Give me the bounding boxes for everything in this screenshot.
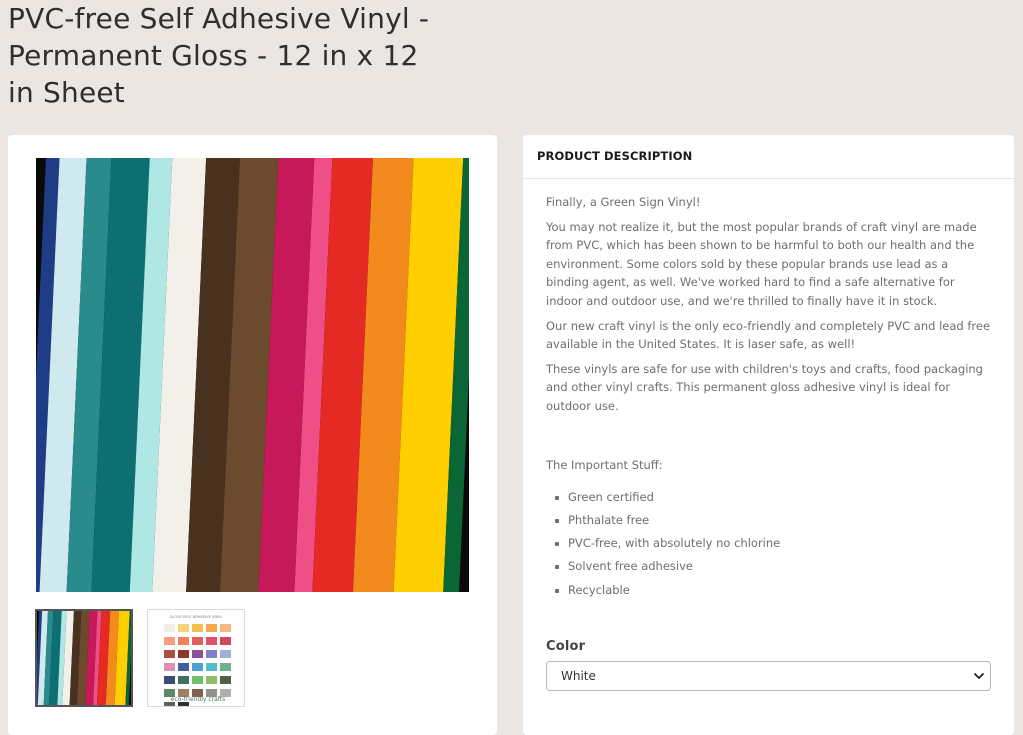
feature-item: Phthalate free — [555, 511, 991, 530]
description-paragraph-1: You may not realize it, but the most pop… — [546, 219, 977, 308]
color-select-value: White — [561, 669, 596, 683]
color-swatch — [164, 650, 175, 658]
feature-item: Green certified — [555, 488, 991, 507]
color-swatch — [192, 676, 203, 684]
color-label: Color — [546, 639, 586, 654]
color-swatch — [206, 637, 217, 645]
description-body: Finally, a Green Sign Vinyl! You may not… — [523, 179, 1014, 599]
color-swatch — [220, 676, 231, 684]
color-swatch — [178, 624, 189, 632]
description-heading: PRODUCT DESCRIPTION — [537, 149, 693, 163]
gallery-thumbnail-rolls[interactable] — [34, 609, 134, 707]
main-product-image[interactable] — [36, 158, 469, 592]
color-swatch — [206, 676, 217, 684]
swatch-chart-caption: GLOSS SELF ADHESIVE VINYL — [170, 615, 223, 619]
product-title: PVC-free Self Adhesive Vinyl - Permanent… — [8, 2, 430, 109]
feature-item: PVC-free, with absolutely no chlorine — [555, 534, 991, 553]
color-swatch — [206, 663, 217, 671]
color-swatch — [164, 637, 175, 645]
gallery-thumbnail-swatch-chart[interactable]: GLOSS SELF ADHESIVE VINYL eco-friendly c… — [147, 609, 245, 710]
description-intro: Finally, a Green Sign Vinyl! — [546, 195, 701, 209]
color-swatch — [220, 650, 231, 658]
color-swatch — [178, 650, 189, 658]
color-swatch — [192, 663, 203, 671]
color-swatch — [164, 663, 175, 671]
color-swatch — [164, 624, 175, 632]
color-swatch — [220, 624, 231, 632]
vinyl-rolls-stripes — [36, 158, 469, 592]
product-description-card: PRODUCT DESCRIPTION Finally, a Green Sig… — [523, 135, 1014, 735]
color-swatch — [220, 663, 231, 671]
color-swatch — [192, 637, 203, 645]
feature-list: Green certified Phthalate free PVC-free,… — [546, 488, 991, 599]
color-swatches — [164, 624, 231, 710]
color-swatch — [178, 676, 189, 684]
description-header: PRODUCT DESCRIPTION — [523, 135, 1014, 179]
description-paragraph-3: These vinyls are safe for use with child… — [546, 361, 983, 413]
feature-item: Recyclable — [555, 581, 991, 600]
color-swatch — [164, 676, 175, 684]
thumbnail-rolls-image — [34, 611, 134, 705]
color-swatch — [220, 637, 231, 645]
color-swatch — [192, 650, 203, 658]
color-swatch — [206, 624, 217, 632]
color-swatch — [192, 624, 203, 632]
description-paragraph-2: Our new craft vinyl is the only eco-frie… — [546, 318, 991, 352]
color-select[interactable]: White — [546, 661, 991, 691]
feature-item: Solvent free adhesive — [555, 557, 991, 576]
swatch-chart-brand: eco-friendly crafts — [171, 696, 226, 703]
color-swatch — [178, 663, 189, 671]
color-swatch — [206, 650, 217, 658]
color-swatch — [178, 637, 189, 645]
product-gallery-card: GLOSS SELF ADHESIVE VINYL eco-friendly c… — [8, 135, 497, 735]
swatch-chart-image: GLOSS SELF ADHESIVE VINYL eco-friendly c… — [164, 615, 231, 710]
chevron-down-icon — [974, 673, 984, 679]
important-heading: The Important Stuff: — [546, 457, 663, 472]
